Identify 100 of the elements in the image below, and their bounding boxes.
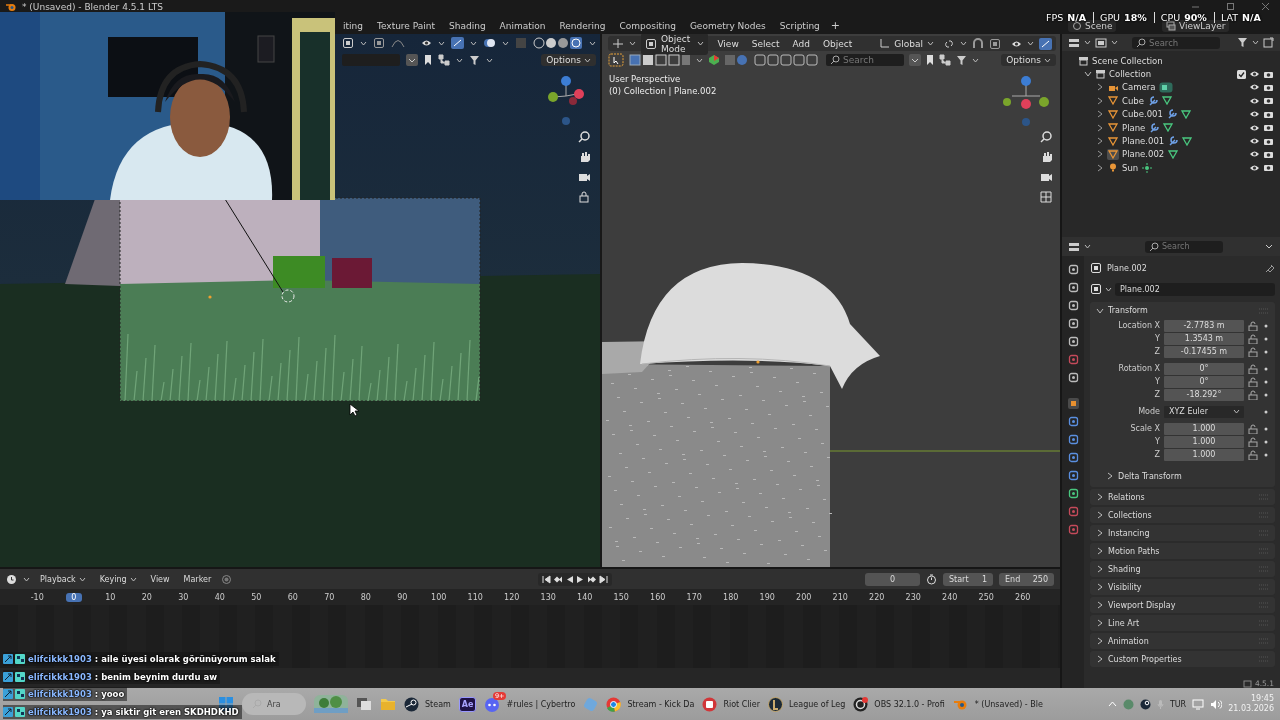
eye-icon[interactable] — [1249, 123, 1260, 132]
orientation-dropdown[interactable]: Global — [875, 37, 938, 50]
tree-item[interactable]: Collection — [1109, 69, 1234, 80]
lock-icon[interactable] — [1248, 436, 1258, 447]
filter-icon[interactable] — [1237, 37, 1248, 48]
task-view-icon[interactable] — [356, 697, 372, 711]
menu-item[interactable]: View — [146, 574, 174, 584]
lock-icon[interactable] — [1248, 363, 1258, 374]
record-icon[interactable] — [221, 573, 233, 585]
panel-header[interactable]: Relations — [1108, 492, 1145, 502]
checkbox[interactable] — [1237, 69, 1246, 79]
workspace-tab[interactable]: Texture Paint — [369, 19, 443, 32]
prev-keyframe-icon[interactable] — [553, 574, 564, 584]
overlays-icon[interactable] — [483, 37, 496, 49]
eye-icon[interactable] — [421, 39, 432, 47]
tree-item[interactable]: Sun — [1122, 162, 1139, 173]
workspace-tab[interactable]: Rendering — [552, 19, 613, 32]
add-workspace-button[interactable]: + — [826, 19, 845, 32]
tree-item[interactable]: Plane — [1122, 122, 1146, 133]
workspace-tab[interactable]: Scripting — [772, 19, 827, 32]
workspace-tab[interactable]: iting — [336, 19, 370, 32]
lock-icon[interactable] — [1248, 376, 1258, 387]
options-dropdown[interactable]: Options — [541, 54, 596, 66]
close-icon[interactable] — [1261, 2, 1270, 11]
camera-icon[interactable] — [1263, 69, 1274, 79]
eye-icon[interactable] — [1249, 110, 1260, 119]
taskbar-app[interactable]: Stream - Kick Da — [606, 696, 695, 712]
axis-gizmo[interactable] — [1000, 74, 1052, 126]
pin-icon[interactable] — [1265, 263, 1275, 273]
mode-dropdown[interactable]: XYZ Euler — [1164, 405, 1244, 418]
keyframe-dot-icon[interactable] — [1264, 336, 1268, 341]
link-icon[interactable] — [943, 38, 955, 49]
keyframe-dot-icon[interactable] — [1264, 349, 1268, 354]
panel-header[interactable]: Transform — [1108, 306, 1148, 315]
zoom-icon[interactable] — [1040, 131, 1052, 143]
keyframe-dot-icon[interactable] — [1264, 392, 1268, 397]
menu-item[interactable]: Object — [818, 38, 857, 49]
lock-icon[interactable] — [578, 191, 590, 203]
falloff-curve-icon[interactable] — [391, 38, 405, 48]
object-icon[interactable] — [1090, 283, 1102, 295]
lock-icon[interactable] — [1248, 320, 1258, 331]
camera-icon[interactable] — [1263, 136, 1274, 146]
new-collection-icon[interactable] — [1263, 37, 1274, 48]
number-field[interactable]: 1.000 — [1164, 448, 1244, 461]
next-keyframe-icon[interactable] — [587, 574, 598, 584]
number-field[interactable]: -0.17455 m — [1164, 345, 1244, 358]
eye-icon[interactable] — [1249, 163, 1260, 172]
select-modes-icon[interactable] — [629, 54, 691, 66]
gizmo-toggle-icon[interactable] — [1039, 37, 1052, 50]
tree-item[interactable]: Plane.002 — [1122, 149, 1165, 160]
dropdown-icon[interactable] — [909, 54, 921, 66]
number-field[interactable]: -2.7783 m — [1164, 319, 1244, 332]
mode-dropdown[interactable]: Object Mode — [641, 34, 709, 55]
keyframe-dot-icon[interactable] — [1264, 366, 1268, 371]
shading-modes-icon[interactable] — [533, 37, 583, 49]
panel-header[interactable]: Animation — [1108, 636, 1149, 646]
menu-item[interactable]: Add — [788, 38, 814, 49]
camera-view-icon[interactable] — [578, 171, 590, 183]
hand-icon[interactable] — [1040, 151, 1052, 163]
taskbar-app[interactable]: Riot Clier — [702, 696, 761, 712]
menu-item[interactable]: Marker — [179, 574, 216, 584]
workspace-tab[interactable]: Geometry Nodes — [682, 19, 773, 32]
panel-header[interactable]: Visibility — [1108, 582, 1142, 592]
volume-icon[interactable] — [1210, 698, 1223, 710]
search-field[interactable]: Search — [1132, 36, 1220, 49]
object-icon[interactable] — [1090, 262, 1102, 274]
select-tool-icon[interactable] — [608, 53, 624, 67]
panel-header[interactable]: Collections — [1108, 510, 1152, 520]
keyframe-dot-icon[interactable] — [1264, 379, 1268, 384]
number-field[interactable]: 1.000 — [1164, 422, 1244, 435]
filter-icon[interactable] — [469, 54, 480, 66]
panel-header[interactable]: Shading — [1108, 564, 1141, 574]
search-field[interactable]: Ara — [242, 693, 306, 715]
tree-item[interactable]: Plane.001 — [1122, 136, 1165, 147]
menu-item[interactable]: Keying — [95, 574, 141, 584]
play-reverse-icon[interactable] — [565, 574, 575, 584]
language-indicator[interactable]: TUR — [1169, 699, 1187, 709]
dropdown-icon[interactable] — [406, 54, 418, 66]
keyframe-dot-icon[interactable] — [1264, 439, 1268, 444]
panel-header[interactable]: Motion Paths — [1108, 546, 1160, 556]
eye-icon[interactable] — [1011, 39, 1022, 48]
transform-icon[interactable] — [612, 38, 624, 49]
jump-start-icon[interactable] — [542, 574, 552, 584]
eye-icon[interactable] — [1249, 150, 1260, 159]
taskbar-app[interactable]: League of Leg — [768, 696, 846, 712]
gizmo-toggle-icon[interactable] — [451, 37, 464, 49]
number-field[interactable]: 1.000 — [1164, 435, 1244, 448]
name-field[interactable]: Plane.002 — [1115, 282, 1275, 296]
snap-icon[interactable] — [972, 37, 984, 50]
lock-icon[interactable] — [1248, 449, 1258, 460]
taskbar-app[interactable]: Steam — [404, 696, 451, 712]
cube-icon[interactable] — [645, 37, 657, 50]
camera-icon[interactable] — [1263, 96, 1274, 106]
search-field[interactable]: Search — [1145, 240, 1223, 253]
jump-end-icon[interactable] — [599, 574, 609, 584]
tree-item[interactable]: Cube.001 — [1122, 109, 1163, 120]
lock-icon[interactable] — [1248, 389, 1258, 400]
bookmark-icon[interactable] — [424, 54, 432, 66]
menu-item[interactable]: View — [713, 38, 743, 49]
camera-icon[interactable] — [1263, 109, 1274, 119]
